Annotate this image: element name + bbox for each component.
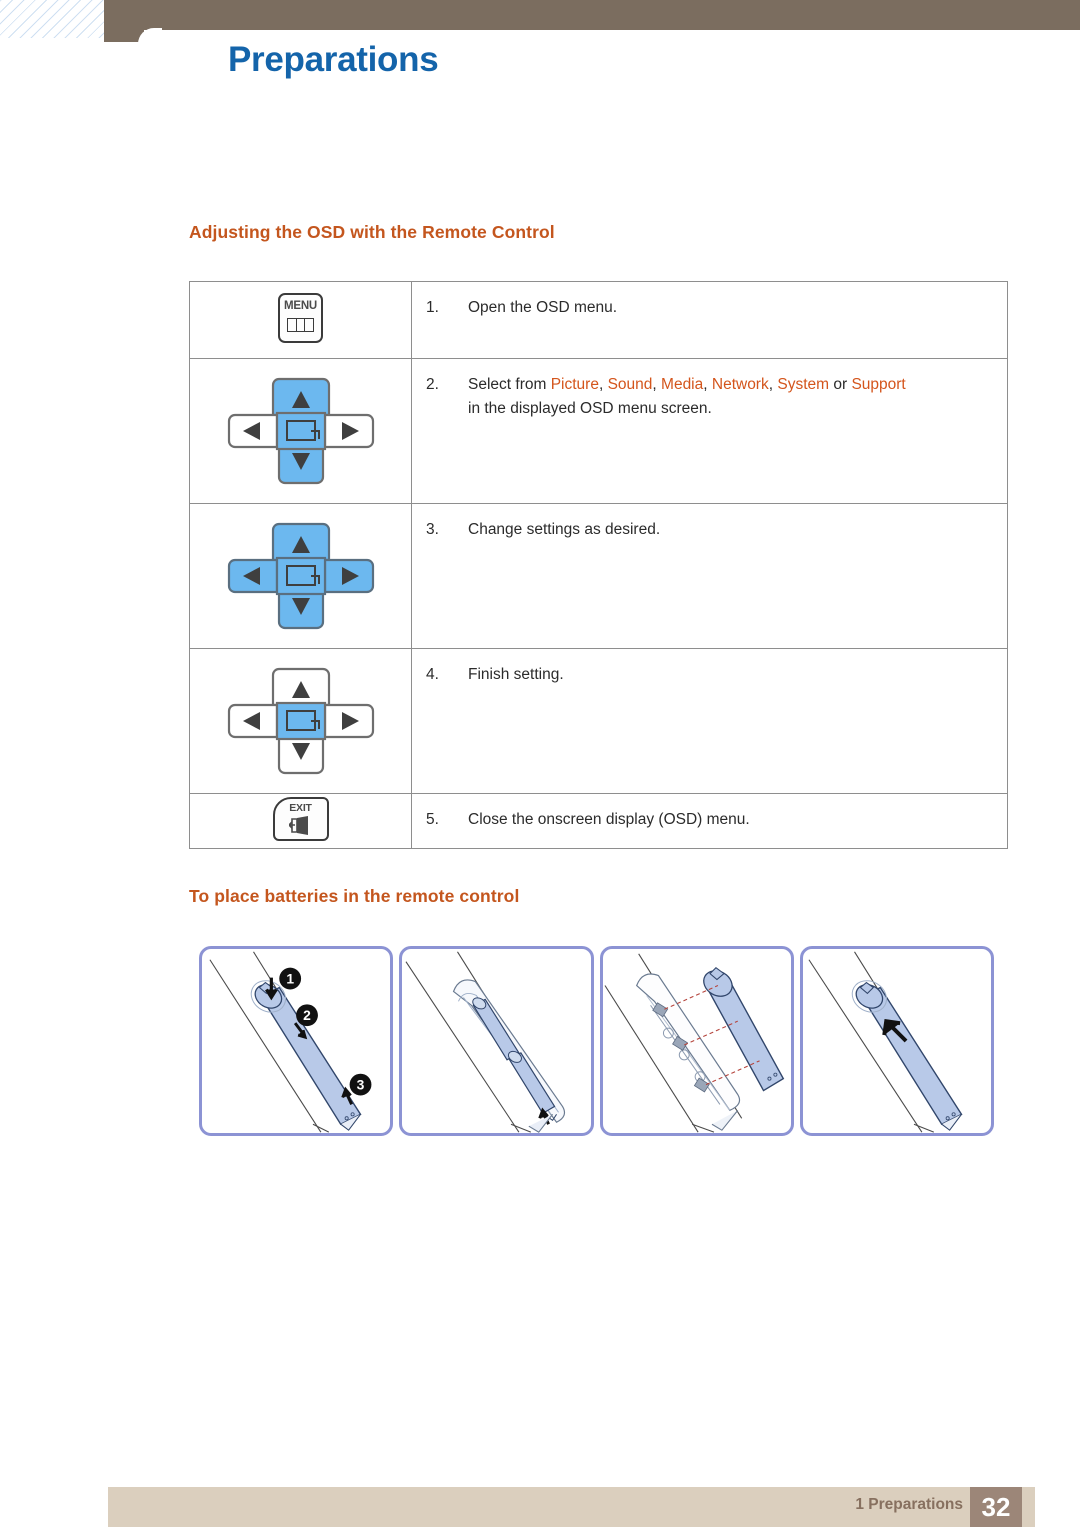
footer-chapter-label: 1 Preparations [855,1496,963,1513]
page-number-badge: 32 [970,1487,1022,1527]
keyword-sound: Sound [607,376,653,393]
table-row: MENU 1. Open the OSD menu. [189,281,1008,359]
exit-button-cell: EXIT [189,793,412,849]
keyword-system: System [777,376,830,393]
step-number: 2. [426,376,439,393]
dpad-enter-cell [189,648,412,794]
keyword-network: Network [711,376,769,393]
table-row: 3. Change settings as desired. [189,503,1008,649]
battery-panel-4-illustration [808,951,963,1133]
svg-text:2: 2 [303,1007,311,1023]
svg-text:1: 1 [286,971,294,987]
menu-button-label: MENU [283,299,318,312]
table-row: EXIT 5. Close the onscreen display (OSD)… [189,793,1008,849]
dpad-updown-cell [189,358,412,504]
step-text: Finish setting. [468,666,564,683]
keyword-picture: Picture [550,376,599,393]
step-1-cell: 1. Open the OSD menu. [411,281,1008,359]
dpad-all-cell [189,503,412,649]
callout-1: 1 [279,967,302,990]
menu-button-icon: MENU [278,292,323,343]
page-title: Preparations [228,40,439,79]
battery-panel-2-illustration [405,951,566,1133]
keyword-support: Support [851,376,906,393]
battery-instruction-panels: 1 2 3 [199,946,994,1136]
step-number: 1. [426,299,439,316]
battery-panel-3 [599,946,794,1136]
step-2-conjunction: or [829,376,852,393]
osd-steps-table: MENU 1. Open the OSD menu. 2. Select fro… [189,281,1008,849]
exit-button-label: EXIT [289,801,312,814]
battery-panel-4 [799,946,994,1136]
step-number: 4. [426,666,439,683]
keyword-media: Media [661,376,704,393]
header-tab-block [104,0,144,42]
battery-panel-1: 1 2 3 [199,946,394,1136]
header-bar [104,0,1080,30]
battery-panel-1-illustration: 1 2 3 [209,951,372,1133]
section-heading-batteries: To place batteries in the remote control [189,886,520,906]
dpad-up-down-enter-icon [227,375,375,487]
step-2-cell: 2. Select from Picture, Sound, Media, Ne… [411,358,1008,504]
exit-door-icon [287,815,311,835]
step-4-cell: 4. Finish setting. [411,648,1008,794]
step-text: Open the OSD menu. [468,299,618,316]
battery-panel-3-illustration [604,953,784,1133]
table-row: 2. Select from Picture, Sound, Media, Ne… [189,358,1008,504]
step-2-suffix: in the displayed OSD menu screen. [468,400,712,418]
menu-bars-icon [287,317,314,332]
callout-2: 2 [296,1004,318,1027]
dpad-enter-icon [227,665,375,777]
step-text: Change settings as desired. [468,521,661,538]
callout-3: 3 [349,1073,372,1096]
step-text: Close the onscreen display (OSD) menu. [468,811,750,828]
step-2-prefix: Select from [468,376,551,393]
battery-panel-2 [399,946,594,1136]
step-text: Select from Picture, Sound, Media, Netwo… [468,376,906,418]
menu-button-cell: MENU [189,281,412,359]
svg-text:3: 3 [357,1077,365,1093]
header-stripe-decoration [0,0,104,38]
table-row: 4. Finish setting. [189,648,1008,794]
step-5-cell: 5. Close the onscreen display (OSD) menu… [411,793,1008,849]
dpad-all-icon [227,520,375,632]
section-heading-osd: Adjusting the OSD with the Remote Contro… [189,222,555,242]
step-number: 3. [426,521,439,538]
step-number: 5. [426,811,439,828]
step-3-cell: 3. Change settings as desired. [411,503,1008,649]
exit-button-icon: EXIT [272,796,329,841]
